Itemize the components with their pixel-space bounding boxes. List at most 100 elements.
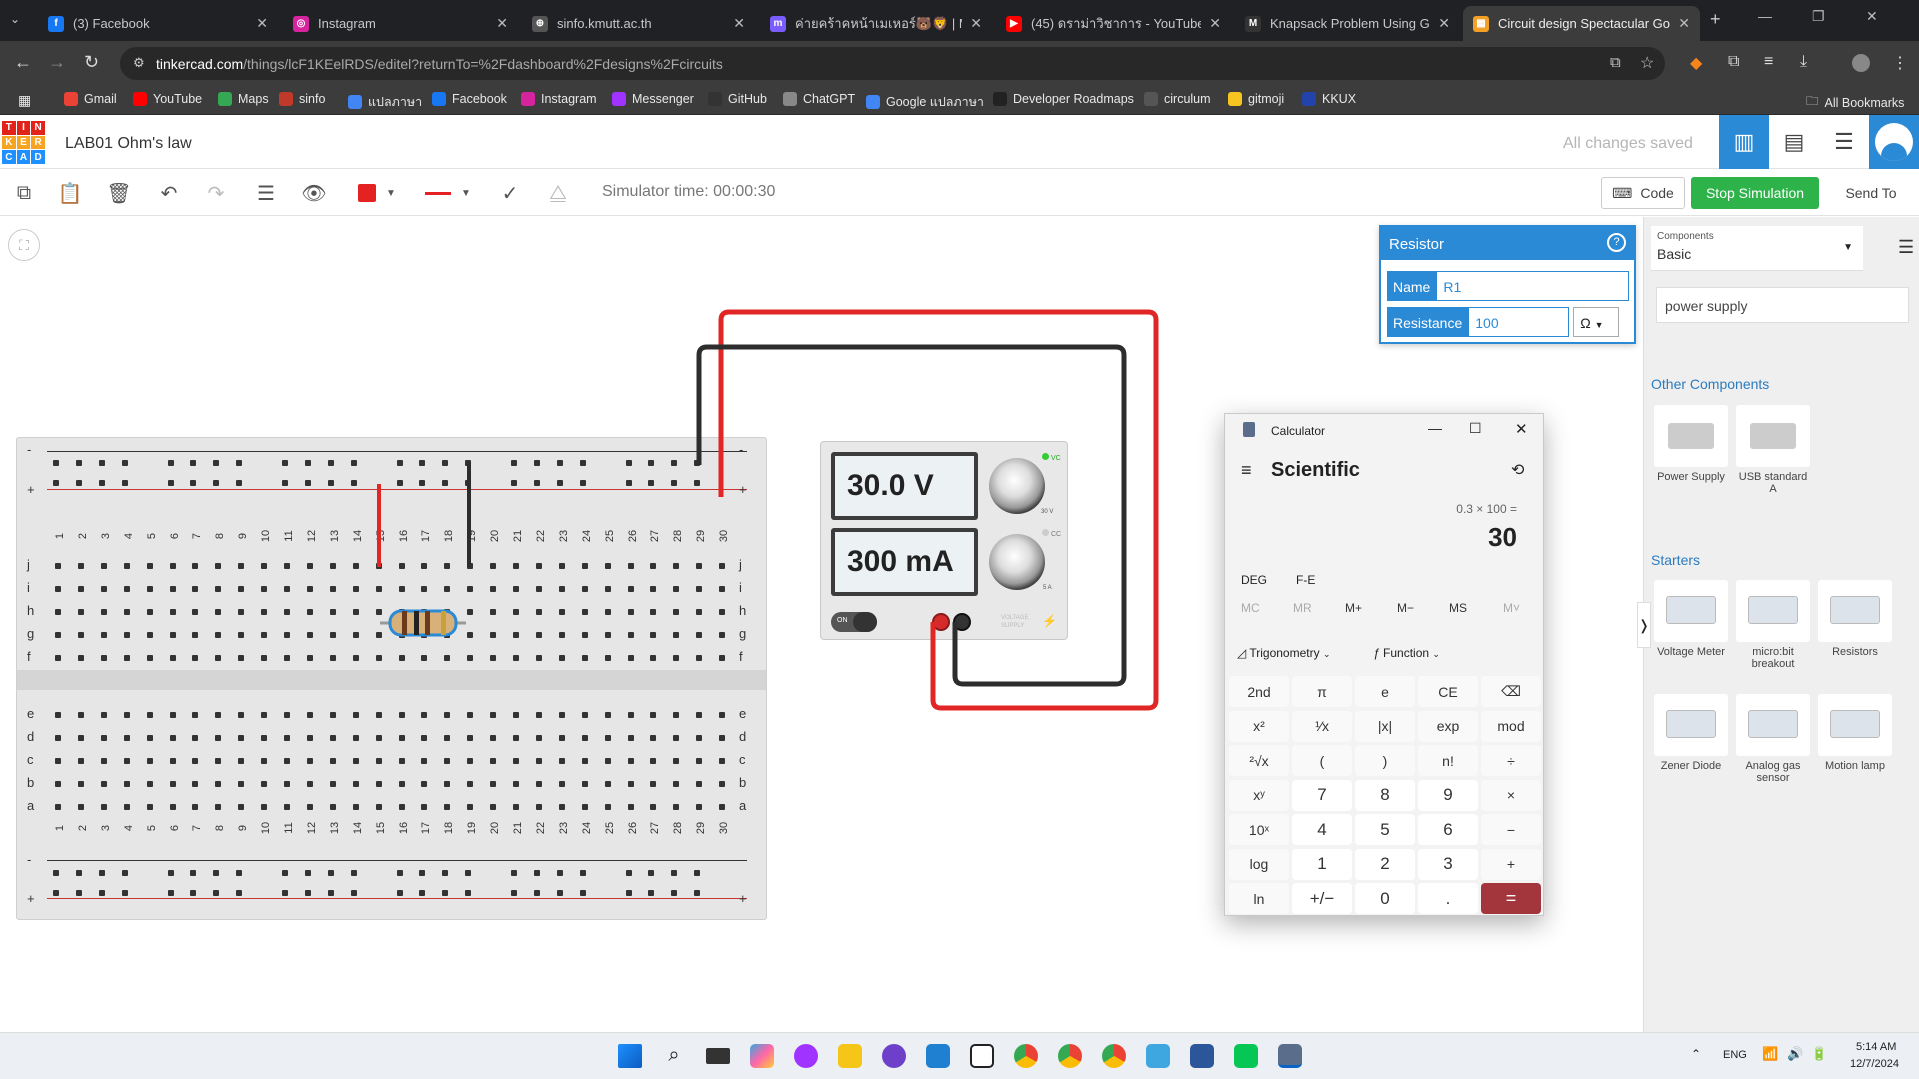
rail-hole[interactable] — [98, 480, 105, 486]
terminal-hole[interactable] — [261, 735, 268, 741]
rail-hole[interactable] — [167, 870, 174, 876]
rail-hole[interactable] — [213, 460, 220, 466]
rail-hole[interactable] — [304, 890, 311, 896]
hamburger-menu-icon[interactable]: ≡ — [1241, 460, 1252, 481]
terminal-hole[interactable] — [238, 609, 245, 615]
trigonometry-dropdown[interactable]: ◿ Trigonometry ⌄ — [1237, 646, 1331, 660]
terminal-hole[interactable] — [604, 655, 611, 661]
rail-hole[interactable] — [304, 870, 311, 876]
rail-hole[interactable] — [350, 480, 357, 486]
tab-close-icon[interactable]: ✕ — [733, 15, 745, 32]
notion-icon[interactable] — [970, 1044, 994, 1068]
terminal-hole[interactable] — [467, 655, 474, 661]
bookmark-5[interactable]: แปลภาษา — [348, 92, 422, 112]
rail-hole[interactable] — [671, 480, 678, 486]
rail-hole[interactable] — [327, 480, 334, 486]
terminal-hole[interactable] — [467, 804, 474, 810]
terminal-hole[interactable] — [238, 781, 245, 787]
terminal-hole[interactable] — [77, 563, 84, 569]
terminal-hole[interactable] — [238, 632, 245, 638]
rail-hole[interactable] — [694, 870, 701, 876]
chrome-icon-1[interactable] — [1014, 1044, 1038, 1068]
terminal-hole[interactable] — [375, 655, 382, 661]
rail-hole[interactable] — [350, 460, 357, 466]
terminal-hole[interactable] — [558, 586, 565, 592]
terminal-hole[interactable] — [581, 563, 588, 569]
terminal-hole[interactable] — [192, 609, 199, 615]
forward-icon[interactable]: → — [48, 52, 66, 73]
terminal-hole[interactable] — [169, 563, 176, 569]
terminal-hole[interactable] — [169, 655, 176, 661]
terminal-hole[interactable] — [581, 735, 588, 741]
help-icon[interactable]: ? — [1607, 233, 1626, 252]
terminal-hole[interactable] — [513, 563, 519, 569]
terminal-hole[interactable] — [261, 632, 268, 638]
rail-hole[interactable] — [213, 870, 220, 876]
terminal-hole[interactable] — [535, 655, 542, 661]
fe-button[interactable]: F-E — [1296, 573, 1315, 587]
terminal-hole[interactable] — [604, 632, 611, 638]
terminal-hole[interactable] — [284, 804, 290, 810]
calc-key[interactable]: x² — [1229, 710, 1289, 742]
wifi-icon[interactable]: 📶 — [1762, 1046, 1778, 1062]
rail-hole[interactable] — [396, 480, 403, 486]
terminal-hole[interactable] — [719, 781, 726, 787]
calc-key[interactable]: +/− — [1292, 883, 1352, 914]
calc-key[interactable]: mod — [1481, 710, 1541, 742]
terminal-hole[interactable] — [352, 758, 359, 764]
calc-key[interactable]: 1 — [1292, 848, 1352, 880]
terminal-hole[interactable] — [329, 632, 336, 638]
stop-simulation-button[interactable]: Stop Simulation — [1691, 177, 1819, 209]
terminal-hole[interactable] — [673, 712, 680, 718]
starter-tile[interactable]: Zener Diode — [1654, 694, 1728, 794]
terminal-hole[interactable] — [673, 632, 680, 638]
calc-key[interactable]: 7 — [1292, 779, 1352, 811]
rail-hole[interactable] — [304, 460, 311, 466]
tray-chevron-icon[interactable]: ⌃ — [1691, 1047, 1701, 1061]
terminal-hole[interactable] — [604, 586, 611, 592]
rail-hole[interactable] — [304, 480, 311, 486]
terminal-hole[interactable] — [375, 586, 382, 592]
terminal-hole[interactable] — [123, 804, 130, 810]
calc-key[interactable]: xʸ — [1229, 779, 1289, 811]
terminal-hole[interactable] — [421, 758, 428, 764]
project-title[interactable]: LAB01 Ohm's law — [65, 135, 192, 153]
resistance-input[interactable]: 100 — [1468, 307, 1570, 337]
calc-key[interactable]: ln — [1229, 883, 1289, 914]
terminal-hole[interactable] — [123, 563, 130, 569]
function-dropdown[interactable]: ƒ Function ⌄ — [1373, 646, 1440, 660]
notepad-icon[interactable] — [1146, 1044, 1170, 1068]
rail-hole[interactable] — [556, 890, 563, 896]
tab-close-icon[interactable]: ✕ — [970, 15, 982, 32]
terminal-hole[interactable] — [696, 586, 703, 592]
terminal-hole[interactable] — [100, 758, 107, 764]
terminal-hole[interactable] — [581, 632, 588, 638]
terminal-hole[interactable] — [513, 758, 519, 764]
rail-hole[interactable] — [511, 460, 517, 466]
terminal-hole[interactable] — [490, 563, 497, 569]
terminal-hole[interactable] — [375, 781, 382, 787]
terminal-hole[interactable] — [100, 781, 107, 787]
terminal-hole[interactable] — [398, 609, 405, 615]
terminal-hole[interactable] — [284, 735, 290, 741]
power-switch[interactable]: ON — [831, 612, 877, 632]
terminal-hole[interactable] — [77, 609, 84, 615]
rail-hole[interactable] — [625, 890, 632, 896]
terminal-hole[interactable] — [100, 735, 107, 741]
copy-icon[interactable]: ⧉ — [10, 180, 38, 206]
rail-hole[interactable] — [53, 480, 59, 486]
rail-hole[interactable] — [75, 890, 82, 896]
tab-7[interactable]: ▦ Circuit design Spectacular Gog ✕ — [1463, 6, 1700, 41]
terminal-hole[interactable] — [673, 563, 680, 569]
terminal-hole[interactable] — [329, 712, 336, 718]
terminal-hole[interactable] — [558, 563, 565, 569]
rail-hole[interactable] — [694, 480, 701, 486]
rail-hole[interactable] — [648, 480, 655, 486]
tab-close-icon[interactable]: ✕ — [256, 15, 268, 32]
terminal-hole[interactable] — [146, 735, 153, 741]
deg-button[interactable]: DEG — [1241, 573, 1267, 587]
calc-key[interactable]: 4 — [1292, 814, 1352, 845]
terminal-hole[interactable] — [398, 655, 405, 661]
rail-hole[interactable] — [121, 460, 128, 466]
component-tile[interactable]: USB standard A — [1736, 405, 1810, 505]
